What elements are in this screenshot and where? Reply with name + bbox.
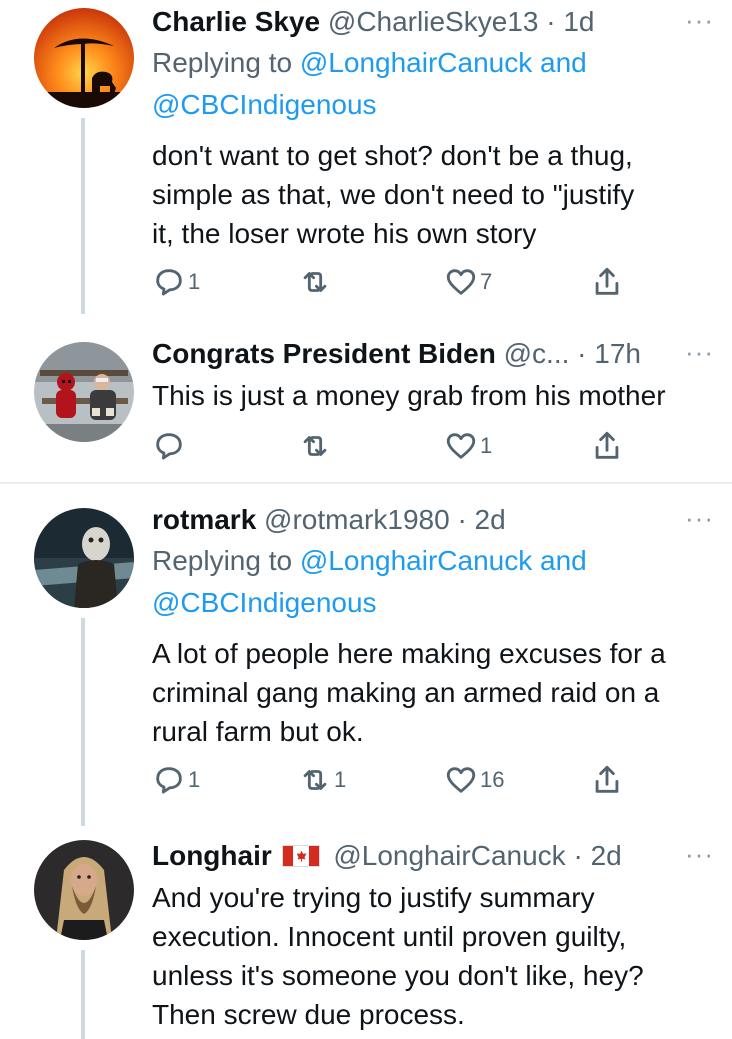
tweet-text-line: execution. Innocent until proven guilty, bbox=[152, 921, 627, 952]
tweet-3[interactable]: rotmark @rotmark1980 · 2d ··· Replying t… bbox=[0, 484, 732, 826]
tweet-actions: 1 bbox=[152, 426, 632, 466]
tweet-header: rotmark @rotmark1980 · 2d ··· bbox=[152, 500, 714, 540]
tweet-text: This is just a money grab from his mothe… bbox=[152, 376, 714, 415]
like-button[interactable]: 7 bbox=[444, 262, 492, 302]
separator-dot: · bbox=[573, 840, 583, 871]
like-button[interactable]: 1 bbox=[444, 426, 492, 466]
reply-link-user2[interactable]: @CBCIndigenous bbox=[152, 587, 377, 618]
reply-icon bbox=[156, 269, 182, 296]
retweet-icon bbox=[303, 272, 327, 292]
tweet-text-line: A lot of people here making excuses for … bbox=[152, 638, 666, 669]
tweet-actions: 1 7 bbox=[152, 262, 632, 302]
heart-icon bbox=[446, 433, 476, 459]
timestamp[interactable]: 1d bbox=[563, 6, 594, 37]
user-handle[interactable]: @rotmark1980 bbox=[264, 504, 450, 535]
hockey-mask-avatar-image bbox=[34, 508, 134, 608]
tweet-text-line: And you're trying to justify summary bbox=[152, 882, 595, 913]
reply-link-user1[interactable]: @LonghairCanuck bbox=[300, 47, 532, 78]
like-count: 7 bbox=[480, 269, 493, 294]
separator-dot: · bbox=[577, 338, 587, 369]
reply-link-and[interactable]: and bbox=[532, 47, 587, 78]
display-name[interactable]: Longhair bbox=[152, 840, 272, 871]
reply-link-and[interactable]: and bbox=[532, 545, 587, 576]
tweet-text-line: rural farm but ok. bbox=[152, 716, 364, 747]
tweet-4[interactable]: Longhair @LonghairCanuck · 2d ··· And yo… bbox=[0, 826, 732, 1039]
long-hair-man-avatar-image bbox=[34, 840, 134, 940]
reply-icon bbox=[156, 433, 182, 460]
retweet-button[interactable] bbox=[298, 262, 334, 302]
tweet-text-line: unless it's someone you don't like, hey? bbox=[152, 960, 644, 991]
display-name[interactable]: rotmark bbox=[152, 504, 256, 535]
like-button[interactable]: 16 bbox=[444, 760, 504, 800]
retweet-button[interactable]: 1 bbox=[298, 760, 346, 800]
display-name[interactable]: Congrats President Biden bbox=[152, 338, 496, 369]
timestamp[interactable]: 2d bbox=[475, 504, 506, 535]
separator-dot: · bbox=[457, 504, 467, 535]
timestamp[interactable]: 17h bbox=[594, 338, 641, 369]
tweet-text: A lot of people here making excuses for … bbox=[152, 634, 714, 751]
tweet-text-line: simple as that, we don't need to "justif… bbox=[152, 179, 635, 210]
share-icon bbox=[595, 431, 619, 459]
reply-button[interactable]: 1 bbox=[152, 760, 200, 800]
reply-link-user1[interactable]: @LonghairCanuck bbox=[300, 545, 532, 576]
replying-prefix: Replying to bbox=[152, 47, 300, 78]
tweet-text-line: Then screw due process. bbox=[152, 999, 465, 1030]
avatar[interactable] bbox=[34, 8, 134, 108]
reply-icon bbox=[156, 767, 182, 794]
tweet-header: Congrats President Biden @c... · 17h ··· bbox=[152, 334, 714, 374]
tweet-header: Charlie Skye @CharlieSkye13 · 1d ··· bbox=[152, 2, 714, 42]
user-handle[interactable]: @CharlieSkye13 bbox=[328, 6, 539, 37]
replying-to: Replying to @LonghairCanuck and @CBCIndi… bbox=[152, 540, 714, 624]
retweet-icon bbox=[303, 770, 327, 790]
tweet-text-line: This is just a money grab from his mothe… bbox=[152, 380, 666, 411]
reply-link-user2[interactable]: @CBCIndigenous bbox=[152, 89, 377, 120]
deadpool-bernie-avatar-image bbox=[34, 342, 134, 442]
canada-flag-icon bbox=[281, 844, 320, 867]
sunset-elephant-avatar-image bbox=[34, 8, 134, 108]
tweet-text: And you're trying to justify summary exe… bbox=[152, 878, 714, 1034]
reply-button[interactable]: 1 bbox=[152, 262, 200, 302]
thread-line bbox=[81, 950, 85, 1039]
reply-count: 1 bbox=[188, 269, 201, 294]
share-icon bbox=[595, 267, 619, 295]
thread-line bbox=[81, 118, 85, 314]
user-handle[interactable]: @c... bbox=[504, 338, 570, 369]
tweet-2[interactable]: Congrats President Biden @c... · 17h ···… bbox=[0, 322, 732, 482]
share-button[interactable] bbox=[590, 426, 624, 466]
retweet-button[interactable] bbox=[298, 426, 334, 466]
share-button[interactable] bbox=[590, 760, 624, 800]
tweet-1[interactable]: Charlie Skye @CharlieSkye13 · 1d ··· Rep… bbox=[0, 0, 732, 314]
thread-line bbox=[81, 618, 85, 826]
avatar[interactable] bbox=[34, 840, 134, 940]
reply-count: 1 bbox=[188, 767, 201, 792]
retweet-count: 1 bbox=[334, 767, 347, 792]
more-options-icon[interactable]: ··· bbox=[685, 0, 714, 40]
heart-icon bbox=[446, 767, 476, 793]
replying-to: Replying to @LonghairCanuck and @CBCIndi… bbox=[152, 42, 714, 126]
like-count: 16 bbox=[480, 767, 505, 792]
display-name[interactable]: Charlie Skye bbox=[152, 6, 320, 37]
timestamp[interactable]: 2d bbox=[591, 840, 622, 871]
like-count: 1 bbox=[480, 433, 493, 458]
tweet-header: Longhair @LonghairCanuck · 2d ··· bbox=[152, 836, 714, 876]
avatar[interactable] bbox=[34, 342, 134, 442]
tweet-actions: 1 1 16 bbox=[152, 760, 632, 800]
tweet-text-line: criminal gang making an armed raid on a bbox=[152, 677, 660, 708]
tweet-text-line: don't want to get shot? don't be a thug, bbox=[152, 140, 633, 171]
replying-prefix: Replying to bbox=[152, 545, 300, 576]
tweet-text: don't want to get shot? don't be a thug,… bbox=[152, 136, 714, 253]
separator-dot: · bbox=[546, 6, 556, 37]
more-options-icon[interactable]: ··· bbox=[685, 834, 714, 874]
avatar[interactable] bbox=[34, 508, 134, 608]
user-handle[interactable]: @LonghairCanuck bbox=[333, 840, 565, 871]
reply-button[interactable] bbox=[152, 426, 188, 466]
share-button[interactable] bbox=[590, 262, 624, 302]
more-options-icon[interactable]: ··· bbox=[685, 498, 714, 538]
tweet-text-line: it, the loser wrote his own story bbox=[152, 218, 537, 249]
share-icon bbox=[595, 765, 619, 793]
retweet-icon bbox=[303, 436, 327, 456]
heart-icon bbox=[446, 269, 476, 295]
more-options-icon[interactable]: ··· bbox=[685, 332, 714, 372]
